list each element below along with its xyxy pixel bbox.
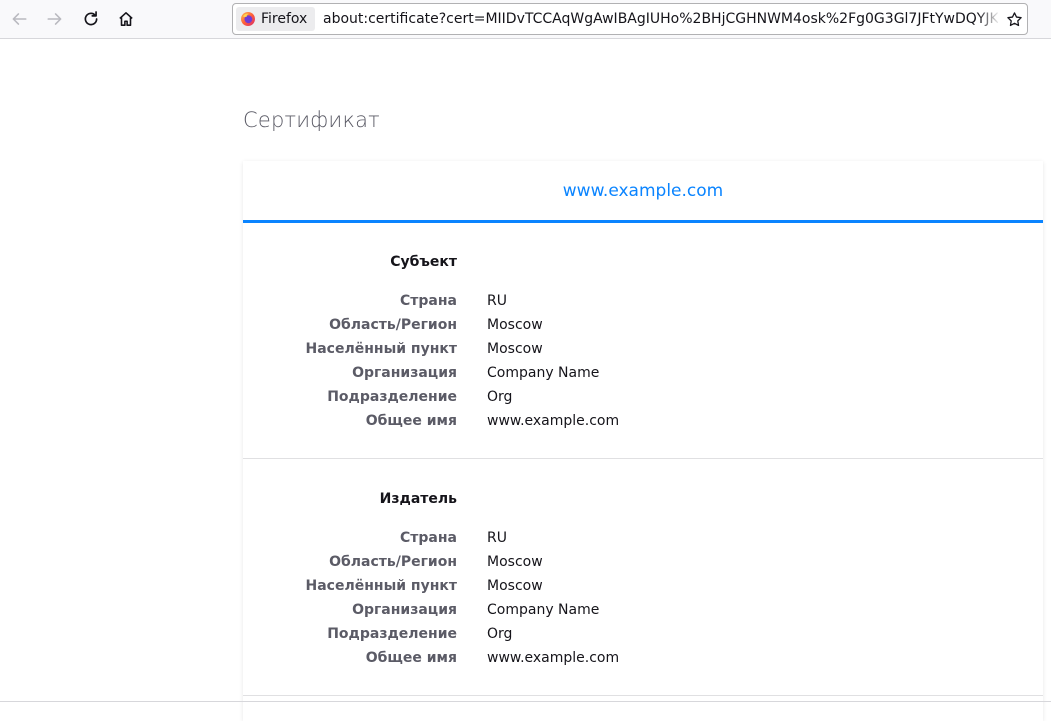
section-title: Издатель [379,491,457,507]
url-bar[interactable]: Firefox about:certificate?cert=MIIDvTCCA… [232,3,1028,35]
url-text[interactable]: about:certificate?cert=MIIDvTCCAqWgAwIBA… [323,4,998,34]
info-value: www.example.com [487,650,620,666]
info-row: Общее имя www.example.com [243,646,1043,670]
home-button[interactable] [113,6,139,32]
info-row: Страна RU [243,289,1043,313]
arrow-right-icon [47,13,62,25]
identity-label: Firefox [261,11,308,27]
info-row: Область/Регион Moscow [243,550,1043,574]
info-key: Общее имя [365,413,457,429]
info-key: Область/Регион [329,317,457,333]
info-row: Область/Регион Moscow [243,313,1043,337]
issuer-section: Издатель Страна RU Область/Регион Moscow… [243,459,1043,696]
info-row: Общее имя www.example.com [243,409,1043,433]
info-value: www.example.com [487,413,620,429]
info-row: Подразделение Org [243,385,1043,409]
star-icon [1006,11,1022,26]
info-row: Населённый пункт Moscow [243,574,1043,598]
info-row: Организация Company Name [243,361,1043,385]
page-title: Сертификат [243,108,380,132]
forward-button[interactable] [42,6,68,32]
browser-toolbar: Firefox about:certificate?cert=MIIDvTCCA… [0,0,1051,39]
info-key: Организация [352,602,457,618]
subject-section: Субъект Страна RU Область/Регион Moscow … [243,226,1043,459]
info-value: Org [487,389,513,405]
info-value: Moscow [487,341,543,357]
home-icon [119,12,133,26]
certificate-card: www.example.com Субъект Страна RU Област… [243,161,1043,721]
info-value: Company Name [487,602,600,618]
info-value: Org [487,626,513,642]
info-key: Общее имя [365,650,457,666]
info-key: Подразделение [327,626,457,642]
back-button[interactable] [6,6,32,32]
info-value: Moscow [487,554,543,570]
tab-label: www.example.com [562,180,724,201]
identity-box[interactable]: Firefox [236,7,316,31]
tab-www-example-com[interactable]: www.example.com [243,161,1043,223]
info-value: Moscow [487,317,543,333]
info-key: Область/Регион [329,554,457,570]
info-row: Населённый пункт Moscow [243,337,1043,361]
info-key: Страна [400,293,457,309]
info-key: Страна [400,530,457,546]
info-value: RU [487,293,507,309]
info-row: Организация Company Name [243,598,1043,622]
info-key: Населённый пункт [305,341,457,357]
info-value: RU [487,530,507,546]
info-key: Подразделение [327,389,457,405]
section-title: Субъект [390,254,457,270]
info-row: Подразделение Org [243,622,1043,646]
firefox-logo-icon [241,12,255,26]
bookmark-button[interactable] [1004,9,1024,29]
info-value: Moscow [487,578,543,594]
reload-button[interactable] [78,6,104,32]
reload-icon [84,11,98,26]
info-key: Населённый пункт [305,578,457,594]
info-value: Company Name [487,365,600,381]
info-key: Организация [352,365,457,381]
url-fade [978,5,1000,33]
info-row: Страна RU [243,526,1043,550]
arrow-left-icon [12,13,27,25]
window-bottom-edge [0,701,1051,702]
